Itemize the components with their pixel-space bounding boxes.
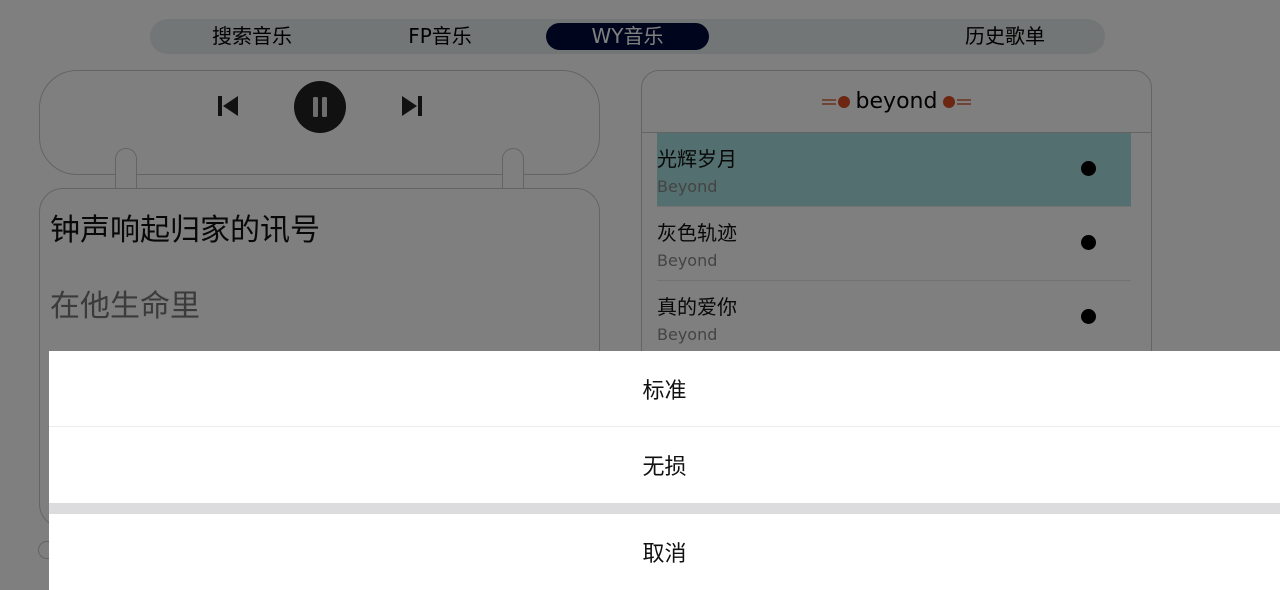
option-lossless-button[interactable]: 无损 bbox=[49, 427, 1280, 502]
option-standard-button[interactable]: 标准 bbox=[49, 351, 1280, 426]
sheet-gap bbox=[49, 503, 1280, 514]
quality-action-sheet: 标准 无损 取消 bbox=[49, 351, 1280, 590]
cancel-button[interactable]: 取消 bbox=[49, 514, 1280, 590]
